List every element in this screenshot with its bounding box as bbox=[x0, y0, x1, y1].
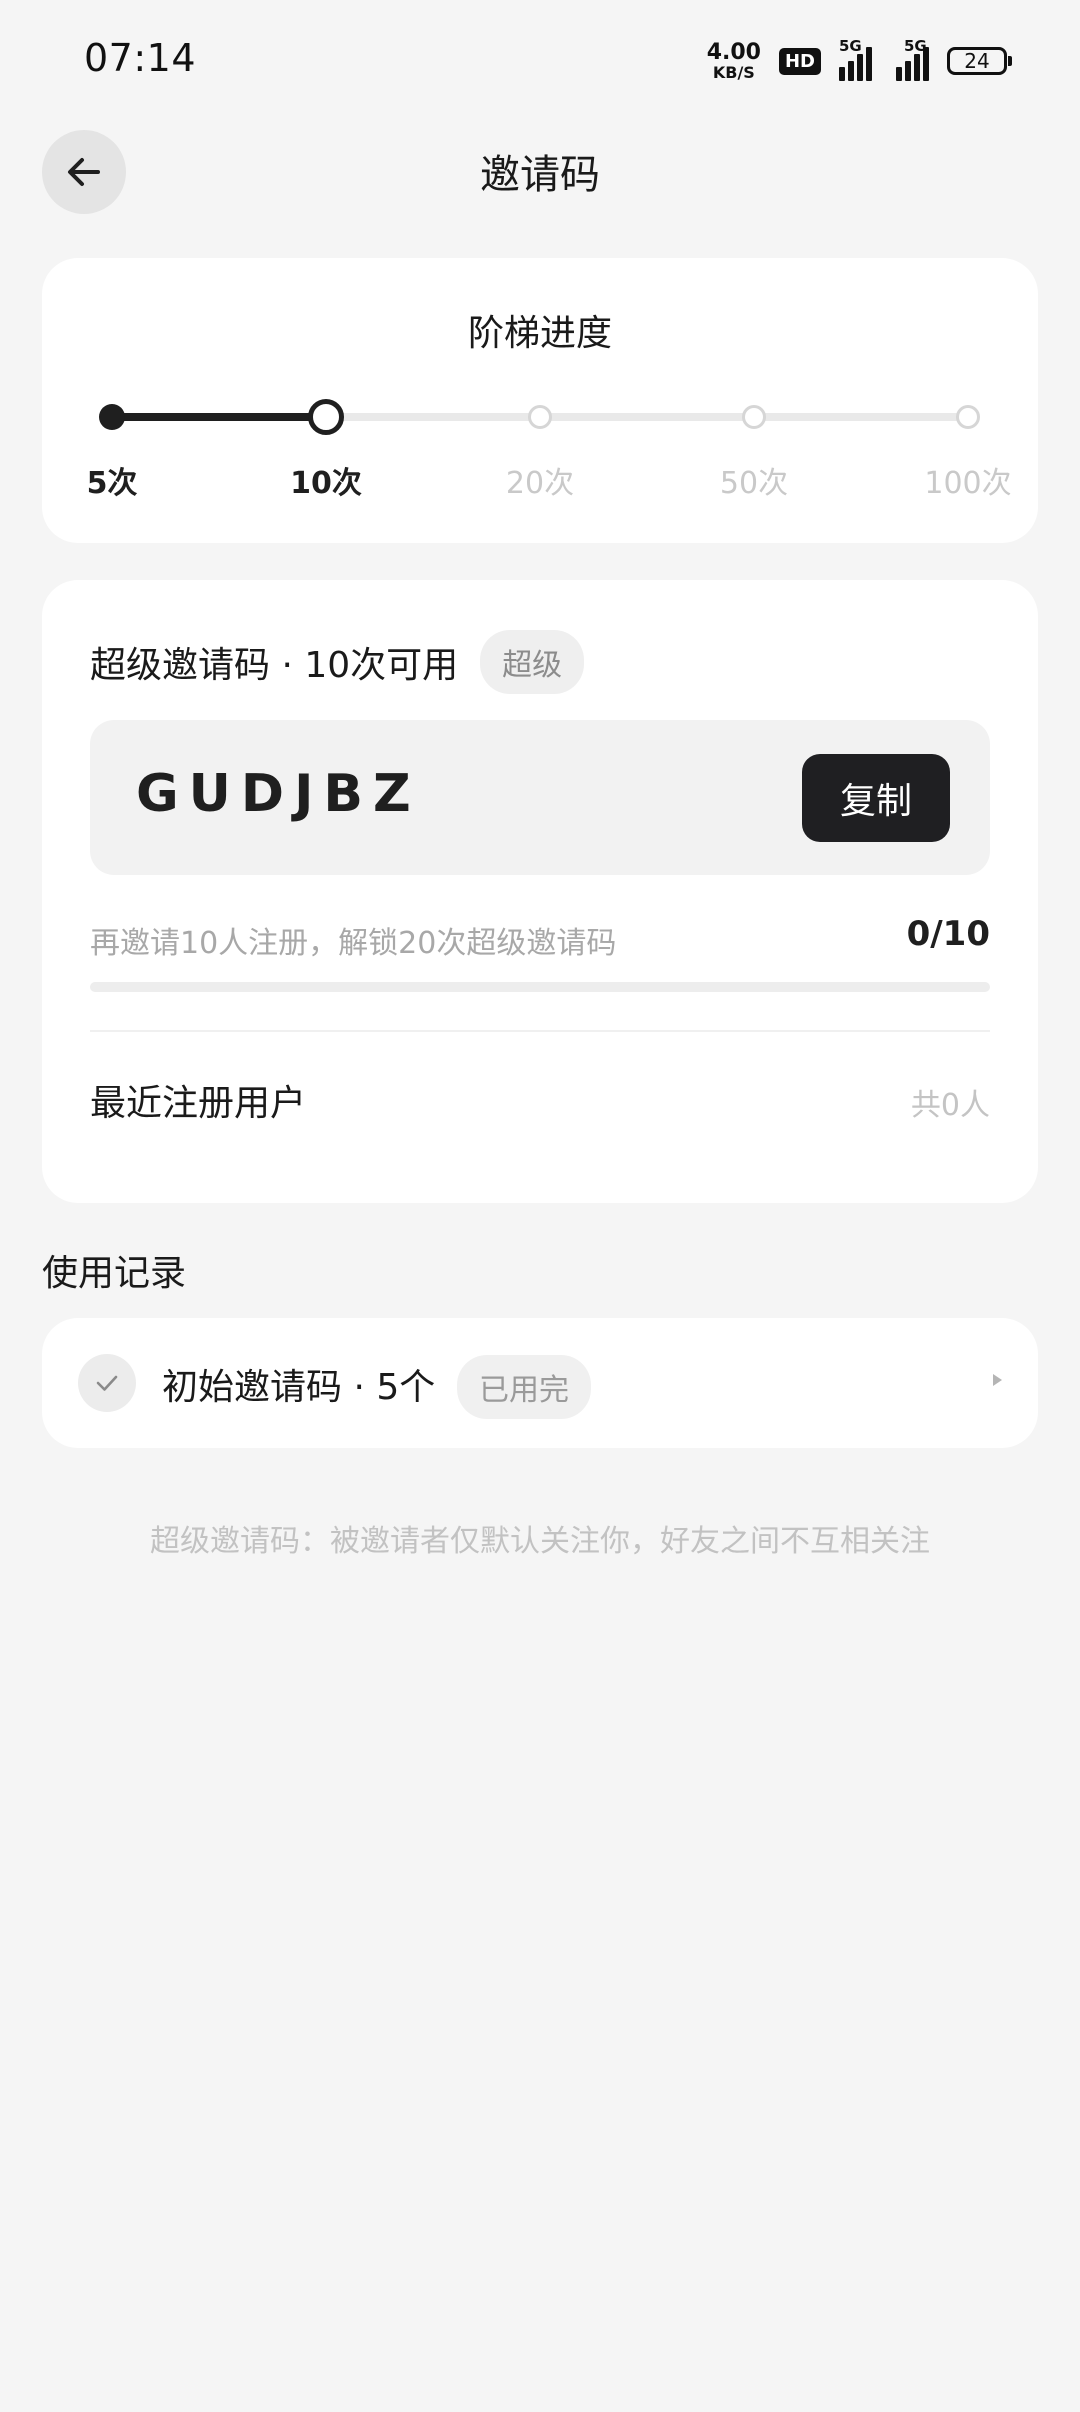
sim1-network-label: 5G bbox=[839, 37, 862, 55]
signal-bar bbox=[905, 61, 911, 81]
recent-users-label: 最近注册用户 bbox=[90, 1083, 307, 1124]
sim2-network-label: 5G bbox=[904, 37, 927, 55]
ladder-node-100 bbox=[956, 405, 980, 429]
unlock-hint: 再邀请10人注册，解锁20次超级邀请码 bbox=[90, 926, 617, 961]
chevron-right-icon bbox=[993, 1374, 1002, 1386]
network-speed-value: 4.00 bbox=[706, 39, 761, 65]
ladder-node-50 bbox=[742, 405, 766, 429]
unlock-progress-bar bbox=[90, 982, 990, 992]
ladder-track-fill bbox=[112, 413, 326, 421]
ladder-label-100: 100次 bbox=[924, 466, 1012, 501]
network-speed: 4.00 KB/S bbox=[706, 39, 761, 82]
page-title: 邀请码 bbox=[480, 152, 600, 198]
usage-record-status: 已用完 bbox=[457, 1355, 591, 1419]
invite-code: GUDJBZ bbox=[136, 764, 421, 824]
usage-record-item[interactable]: 初始邀请码 · 5个 已用完 bbox=[42, 1318, 1038, 1448]
invite-code-box: GUDJBZ 复制 bbox=[90, 720, 990, 875]
signal-bar bbox=[839, 67, 845, 81]
ladder-node-5 bbox=[99, 404, 125, 430]
signal-sim1-icon: 5G bbox=[839, 37, 872, 81]
status-bar: 07:14 4.00 KB/S HD 5G 5G 24 bbox=[0, 0, 1080, 124]
ladder-label-10: 10次 bbox=[290, 466, 362, 501]
footnote: 超级邀请码：被邀请者仅默认关注你，好友之间不互相关注 bbox=[150, 1524, 930, 1559]
ladder-label-5: 5次 bbox=[86, 466, 138, 501]
usage-record-label: 初始邀请码 · 5个 bbox=[162, 1367, 436, 1408]
ladder-node-20 bbox=[528, 405, 552, 429]
invite-code-card: 超级邀请码 · 10次可用 超级 GUDJBZ 复制 再邀请10人注册，解锁20… bbox=[42, 580, 1038, 1203]
unlock-count: 0/10 bbox=[906, 914, 990, 954]
ladder-node-10 bbox=[308, 399, 344, 435]
battery-icon: 24 bbox=[947, 47, 1012, 75]
network-speed-unit: KB/S bbox=[712, 62, 755, 82]
invite-heading: 超级邀请码 · 10次可用 超级 bbox=[90, 630, 585, 694]
divider bbox=[90, 1030, 990, 1032]
super-badge: 超级 bbox=[480, 630, 585, 694]
ladder-progress-card: 阶梯进度 5次 10次 20次 50次 100次 bbox=[42, 258, 1038, 543]
signal-bar bbox=[896, 67, 902, 81]
status-time: 07:14 bbox=[84, 36, 197, 80]
checkmark-icon bbox=[96, 1375, 118, 1391]
signal-bar bbox=[857, 54, 863, 81]
invite-heading-text: 超级邀请码 · 10次可用 bbox=[90, 645, 459, 686]
ladder-label-20: 20次 bbox=[505, 466, 575, 501]
ladder-label-50: 50次 bbox=[719, 466, 789, 501]
copy-button[interactable]: 复制 bbox=[802, 754, 950, 842]
check-icon bbox=[78, 1354, 136, 1412]
usage-records-title: 使用记录 bbox=[42, 1253, 187, 1294]
hd-voice-icon: HD bbox=[778, 47, 821, 75]
signal-sim2-icon: 5G bbox=[896, 37, 929, 81]
signal-bar bbox=[914, 54, 920, 81]
battery-tip bbox=[1008, 56, 1012, 66]
signal-bar bbox=[848, 61, 854, 81]
signal-bar bbox=[866, 47, 872, 81]
status-icons: 4.00 KB/S HD 5G 5G 24 bbox=[707, 36, 1012, 86]
recent-users-count: 共0人 bbox=[910, 1088, 990, 1123]
ladder-title: 阶梯进度 bbox=[467, 313, 612, 354]
battery-level: 24 bbox=[947, 47, 1007, 75]
